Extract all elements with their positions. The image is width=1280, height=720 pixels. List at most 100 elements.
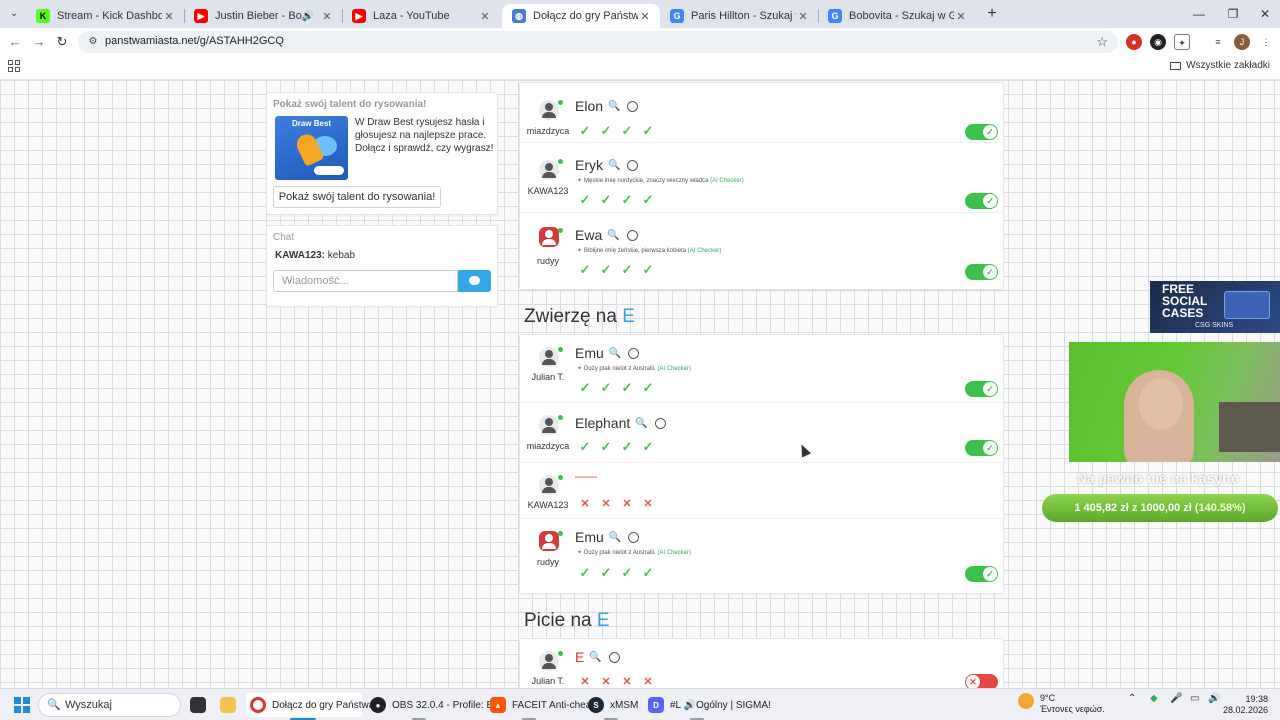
taskbar-faceit[interactable]: ▲ FACEIT Anti-cheat (486, 693, 594, 717)
forward-button[interactable]: → (30, 33, 48, 51)
player-name: miazdzyca (526, 441, 570, 451)
taskbar-chrome[interactable]: Dołącz do gry Państwa I (246, 693, 380, 717)
site-info-icon[interactable]: ⚙ (86, 35, 100, 49)
volume-icon[interactable]: 🔊 (1208, 693, 1220, 704)
menu-kebab-icon[interactable]: ⋮ (1258, 34, 1274, 50)
microphone-icon[interactable]: 🎤 (1170, 693, 1182, 704)
url-text[interactable]: panstwamiasta.net/g/ASTAHH2GCQ (105, 35, 284, 47)
balance-goal-bar: 1 405,82 zł z 1000,00 zł (140.58%) (1042, 494, 1278, 522)
search-icon[interactable]: 🔍 (635, 418, 647, 429)
emoji-react-icon[interactable] (628, 531, 640, 543)
close-tab-icon[interactable]: ✕ (638, 10, 652, 23)
apps-grid-icon[interactable] (8, 60, 20, 72)
back-button[interactable]: ← (6, 33, 24, 51)
tab-title: Bobovita - Szukaj w Google (849, 10, 954, 22)
tab-kick[interactable]: K Stream - Kick Dashboard ✕ (26, 4, 184, 28)
accept-toggle[interactable]: ✓ (965, 440, 998, 456)
taskbar-discord[interactable]: D #L 🔊Ogólny | SIGMA! (644, 693, 771, 717)
emoji-react-icon[interactable] (626, 229, 638, 241)
tab-title: Laza - YouTube (373, 10, 450, 22)
file-explorer-button[interactable] (216, 693, 242, 717)
close-window-button[interactable]: ✕ (1248, 4, 1280, 24)
extension-icon[interactable]: ◉ (1150, 34, 1166, 50)
accept-toggle[interactable]: ✓ (965, 566, 998, 582)
task-view-button[interactable] (188, 693, 212, 717)
accept-toggle[interactable]: ✕ (965, 674, 998, 688)
player-name: Julian T. (531, 676, 565, 686)
tab-search-icon[interactable]: ⌄ (6, 6, 22, 22)
search-icon[interactable]: 🔍 (608, 101, 620, 112)
weather-widget[interactable]: 9°C Έντονες νεφώσ. (1040, 693, 1105, 715)
globe-icon: ◍ (512, 9, 526, 23)
google-icon: G (828, 9, 842, 23)
emoji-react-icon[interactable] (608, 651, 620, 663)
close-tab-icon[interactable]: ✕ (954, 10, 968, 23)
accept-toggle[interactable]: ✓ (965, 124, 998, 140)
draw-best-logo-text: Draw Best (291, 119, 332, 128)
answer-word: Emu (575, 529, 604, 545)
network-icon[interactable]: ▭ (1190, 693, 1199, 704)
answer-word: Elephant (575, 415, 631, 431)
system-clock[interactable]: 19:38 28.02.2026 (1222, 694, 1268, 716)
online-dot (558, 100, 563, 105)
player-name: KAWA123 (527, 500, 569, 510)
tab-bobovita[interactable]: G Bobovita - Szukaj w Google ✕ (818, 4, 976, 28)
chat-title: Chat (273, 232, 295, 243)
taskbar-steam[interactable]: S xMSM (584, 693, 640, 717)
audio-playing-icon[interactable]: 🔊 (302, 11, 314, 22)
answer-word: E (575, 649, 585, 665)
minimize-button[interactable]: — (1182, 4, 1216, 24)
extension-icon[interactable]: ● (1126, 34, 1142, 50)
emoji-react-icon[interactable] (628, 347, 640, 359)
close-tab-icon[interactable]: ✕ (320, 10, 334, 23)
answer-row: KAWA123 Eryk 🔍 ✦ Męskie imię nordyckie, zn… (520, 143, 1004, 213)
address-bar[interactable]: ⚙ panstwamiasta.net/g/ASTAHH2GCQ ☆ (78, 31, 1118, 53)
start-button[interactable] (14, 697, 30, 713)
tray-overflow-icon[interactable]: ⌃ (1128, 693, 1136, 704)
answer-row: KAWA123 —— ✕ ✕ ✕ ✕ (520, 463, 1004, 519)
taskbar-search[interactable]: 🔍 Wyszukaj (38, 693, 181, 717)
tab-paris-hilton[interactable]: G Paris Hillton - Szukaj w Google ✕ (660, 4, 818, 28)
tab-panstwa-miasta[interactable]: ◍ Dołącz do gry Państwa Miasta ✕ (502, 4, 660, 28)
emoji-react-icon[interactable] (627, 100, 639, 112)
close-tab-icon[interactable]: ✕ (796, 10, 810, 23)
tab-bieber[interactable]: ▶ Justin Bieber - Boyfriend - Y 🔊 ✕ (184, 4, 342, 28)
new-tab-button[interactable]: + (982, 5, 1002, 23)
steam-icon: S (588, 697, 604, 713)
player-name: KAWA123 (527, 186, 569, 196)
tab-laza[interactable]: ▶ Laza - YouTube ✕ (342, 4, 500, 28)
search-icon[interactable]: 🔍 (607, 230, 619, 241)
search-icon[interactable]: 🔍 (609, 348, 621, 359)
chat-message-input[interactable]: Wiadomość... (273, 270, 458, 292)
security-icon[interactable]: ◆ (1150, 693, 1158, 704)
bookmark-star-icon[interactable]: ☆ (1096, 34, 1108, 50)
reload-button[interactable]: ↻ (53, 33, 71, 51)
draw-best-image[interactable]: Draw Best (275, 116, 348, 180)
media-queue-icon[interactable]: ≡ (1210, 34, 1226, 50)
accept-toggle[interactable]: ✓ (965, 381, 998, 397)
taskbar-obs[interactable]: ● OBS 32.0.4 - Profile: Bez (366, 693, 504, 717)
search-icon[interactable]: 🔍 (589, 652, 601, 663)
extensions-puzzle-icon[interactable]: ✦ (1174, 34, 1190, 50)
profile-avatar[interactable]: J (1234, 34, 1250, 50)
weather-icon[interactable] (1018, 693, 1034, 709)
emoji-react-icon[interactable] (627, 159, 639, 171)
search-icon[interactable]: 🔍 (609, 532, 621, 543)
vote-marks: ✕ ✕ ✕ ✕ (580, 676, 653, 688)
answers-card-animals: Julian T. Emu 🔍 ✦ Duży ptak nielot z Austr… (519, 334, 1004, 594)
chat-send-button[interactable] (458, 270, 491, 292)
accept-toggle[interactable]: ✓ (965, 193, 998, 209)
search-icon[interactable]: 🔍 (608, 160, 620, 171)
close-tab-icon[interactable]: ✕ (162, 10, 176, 23)
maximize-button[interactable]: ❐ (1216, 4, 1250, 24)
all-bookmarks-button[interactable]: Wszystkie zakładki (1170, 60, 1270, 71)
chat-message-text: kebab (327, 250, 356, 261)
all-bookmarks-label: Wszystkie zakładki (1186, 60, 1270, 71)
browser-toolbar: ← → ↻ ⚙ panstwamiasta.net/g/ASTAHH2GCQ ☆… (0, 28, 1280, 56)
promo-description: W Draw Best rysujesz hasła i głosujesz n… (355, 117, 494, 154)
tab-title: Dołącz do gry Państwa Miasta (533, 10, 638, 22)
close-tab-icon[interactable]: ✕ (478, 10, 492, 23)
emoji-react-icon[interactable] (654, 417, 666, 429)
draw-best-button[interactable]: Pokaż swój talent do rysowania! (273, 186, 441, 208)
accept-toggle[interactable]: ✓ (965, 264, 998, 280)
